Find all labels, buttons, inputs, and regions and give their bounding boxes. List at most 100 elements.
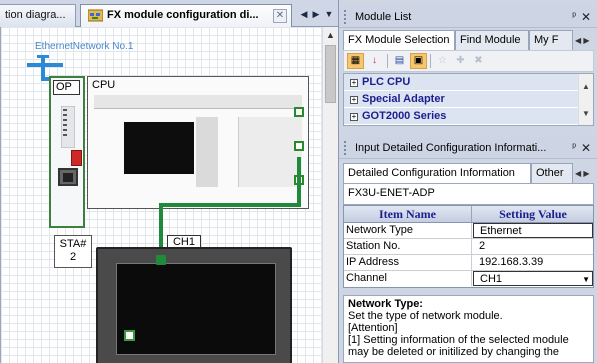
module-list-title: Module List: [355, 11, 412, 23]
panel-grip-icon[interactable]: [344, 141, 348, 155]
pin-icon[interactable]: ᵖ: [572, 137, 576, 159]
connector-point-icon[interactable]: [294, 107, 304, 117]
tab-fx-module-configuration[interactable]: FX module configuration di... ✕: [80, 4, 292, 27]
station-box: STA# 2: [54, 235, 92, 268]
col-item-name: Item Name: [344, 206, 472, 223]
ethernet-port-icon: [58, 168, 78, 186]
list-item-label: PLC CPU: [362, 76, 411, 88]
setting-value[interactable]: 192.168.3.39: [473, 255, 593, 270]
network-line: [37, 55, 49, 58]
pin-icon[interactable]: ᵖ: [572, 6, 576, 28]
cpu-label: CPU: [92, 79, 116, 91]
module-tree: + PLC CPU + Special Adapter + GOT2000 Serie…: [343, 73, 594, 126]
grid-header: Item Name Setting Value: [344, 206, 593, 223]
sort-icon[interactable]: ↓: [366, 53, 383, 69]
dropdown-value: CH1: [480, 273, 503, 285]
add-icon[interactable]: ✚: [452, 53, 469, 69]
scroll-thumb[interactable]: [325, 45, 336, 103]
network-line: [41, 55, 45, 77]
scroll-up-icon[interactable]: ▲: [579, 82, 593, 91]
item-name: Channel: [344, 271, 472, 286]
channel-dropdown[interactable]: CH1 ▼: [473, 271, 593, 286]
got-display-module[interactable]: [96, 247, 292, 363]
list-item[interactable]: + PLC CPU: [344, 74, 593, 91]
expand-plus-icon[interactable]: +: [350, 96, 358, 104]
module-config-icon: [88, 9, 103, 22]
module-list-toolbar: ▦ ↓ ▤ ▣ ☆ ✚ ✖: [343, 50, 594, 72]
item-name: Station No.: [344, 239, 472, 254]
item-name: IP Address: [344, 255, 472, 270]
delete-icon[interactable]: ✖: [470, 53, 487, 69]
module-list-header: Module List ᵖ ✕: [339, 6, 597, 28]
description-panel: Network Type: Set the type of network mo…: [343, 295, 594, 363]
grid-icon[interactable]: ▦: [347, 53, 364, 69]
connection-end-icon: [156, 255, 166, 265]
cpu-terminal-strip: [196, 117, 218, 187]
configuration-grid: Item Name Setting Value Network Type Eth…: [343, 205, 594, 288]
description-line: [Attention]: [348, 322, 398, 334]
cpu-expansion-area: [238, 117, 302, 187]
connector-point-icon[interactable]: [294, 141, 304, 151]
table-row[interactable]: Station No. 2: [344, 239, 593, 255]
editor-pane: tion diagra... FX module configuration d…: [0, 0, 338, 363]
table-row[interactable]: Channel CH1 ▼: [344, 271, 593, 287]
tab-scroll-icon[interactable]: ◀ ▶: [575, 36, 590, 45]
description-line: may be deleted or initilized by changing…: [348, 346, 559, 358]
tab-network-diagram[interactable]: tion diagra...: [0, 4, 76, 27]
list-item[interactable]: + Special Adapter: [344, 91, 593, 108]
chevron-down-icon[interactable]: ▼: [582, 272, 590, 287]
panel-grip-icon[interactable]: [344, 10, 348, 24]
adapter-leds-icon: [61, 106, 75, 148]
tab-list-icon[interactable]: ▼: [324, 7, 334, 21]
setting-value[interactable]: Ethernet: [473, 223, 593, 238]
item-name: Network Type: [344, 223, 472, 238]
scroll-down-icon[interactable]: ▼: [579, 109, 593, 118]
toolbar-separator: [430, 54, 431, 68]
table-row[interactable]: Network Type Ethernet: [344, 223, 593, 239]
close-tab-icon[interactable]: ✕: [273, 9, 287, 23]
document-tab-bar: tion diagra... FX module configuration d…: [0, 0, 338, 27]
cpu-module[interactable]: CPU: [87, 76, 309, 209]
tab-detailed-configuration[interactable]: Detailed Configuration Information: [343, 163, 531, 183]
col-setting-value: Setting Value: [499, 207, 567, 221]
station-number: 2: [69, 251, 77, 263]
list-item-label: Special Adapter: [362, 93, 445, 105]
expand-plus-icon[interactable]: +: [350, 113, 358, 121]
network-label[interactable]: EthernetNetwork No.1: [35, 41, 133, 52]
tab-my-favorites[interactable]: My F: [529, 30, 573, 50]
close-panel-icon[interactable]: ✕: [581, 137, 591, 159]
description-line: [1] Setting information of the selected …: [348, 334, 569, 346]
connection-line: [159, 203, 301, 207]
expand-icon[interactable]: ▣: [410, 53, 427, 69]
close-panel-icon[interactable]: ✕: [581, 6, 591, 28]
description-title: Network Type:: [348, 298, 423, 310]
module-list-scrollbar[interactable]: ▲ ▼: [578, 74, 593, 125]
ethernet-adapter-module[interactable]: OP: [49, 76, 85, 228]
configuration-canvas[interactable]: EthernetNetwork No.1 OP STA# 2 CPU CH1: [0, 27, 322, 363]
tab-fx-module-selection[interactable]: FX Module Selection: [343, 30, 455, 50]
setting-value[interactable]: 2: [473, 239, 593, 254]
filter-icon[interactable]: ▤: [391, 53, 408, 69]
got-connector-icon[interactable]: [124, 330, 135, 341]
cpu-top-bar: [94, 95, 302, 109]
tab-prev-icon[interactable]: ◀: [299, 7, 309, 21]
expand-plus-icon[interactable]: +: [350, 79, 358, 87]
toolbar-separator: [387, 54, 388, 68]
config-panel-title: Input Detailed Configuration Informati..…: [355, 142, 547, 154]
op-label: OP: [53, 80, 80, 95]
list-item[interactable]: + GOT2000 Series: [344, 108, 593, 125]
got-screen: [116, 263, 276, 355]
star-icon[interactable]: ☆: [434, 53, 451, 69]
module-name: FX3U-ENET-ADP: [343, 183, 594, 205]
tab-next-icon[interactable]: ▶: [311, 7, 321, 21]
tab-scroll-icon[interactable]: ◀ ▶: [575, 169, 590, 178]
canvas-vertical-scrollbar[interactable]: ▲: [322, 27, 338, 363]
connection-line: [297, 157, 301, 207]
tab-other[interactable]: Other: [531, 163, 573, 183]
table-row[interactable]: IP Address 192.168.3.39: [344, 255, 593, 271]
scroll-up-icon[interactable]: ▲: [323, 27, 338, 43]
network-line: [27, 63, 63, 67]
config-panel-header: Input Detailed Configuration Informati..…: [339, 137, 597, 159]
side-panels: Module List ᵖ ✕ FX Module Selection Find…: [338, 0, 597, 363]
tab-find-module[interactable]: Find Module: [455, 30, 529, 50]
